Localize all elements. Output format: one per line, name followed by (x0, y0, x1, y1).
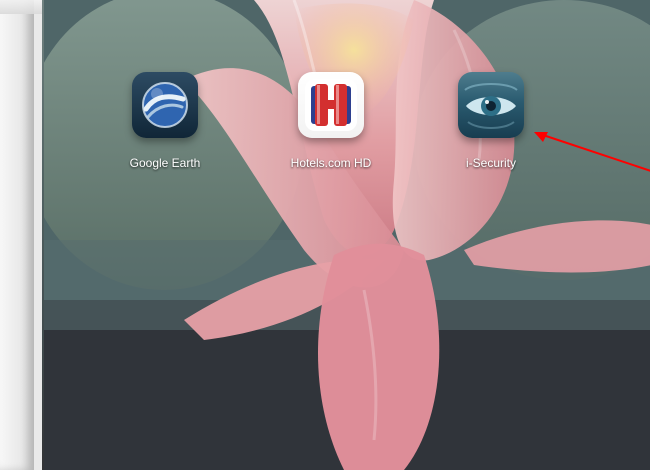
lotus-wallpaper (44, 0, 650, 470)
hotel-logo-icon (305, 79, 357, 131)
i-security-icon[interactable] (458, 72, 524, 138)
eye-icon (464, 83, 518, 129)
app-label-i-security: i-Security (465, 156, 516, 170)
app-label-google-earth: Google Earth (129, 156, 201, 170)
app-google-earth[interactable]: Google Earth (106, 72, 224, 202)
device-left-bezel (0, 0, 34, 470)
app-i-security[interactable]: i-Security (432, 72, 550, 202)
hotels-com-icon[interactable] (298, 72, 364, 138)
google-earth-icon[interactable] (132, 72, 198, 138)
home-screen: Google Earth Hotels.com HD i-Security (42, 0, 650, 470)
app-hotels-com-hd[interactable]: Hotels.com HD (272, 72, 390, 202)
photo: Google Earth Hotels.com HD i-Security (0, 0, 650, 470)
globe-icon (142, 82, 188, 128)
app-label-hotels-com-hd: Hotels.com HD (290, 156, 372, 170)
